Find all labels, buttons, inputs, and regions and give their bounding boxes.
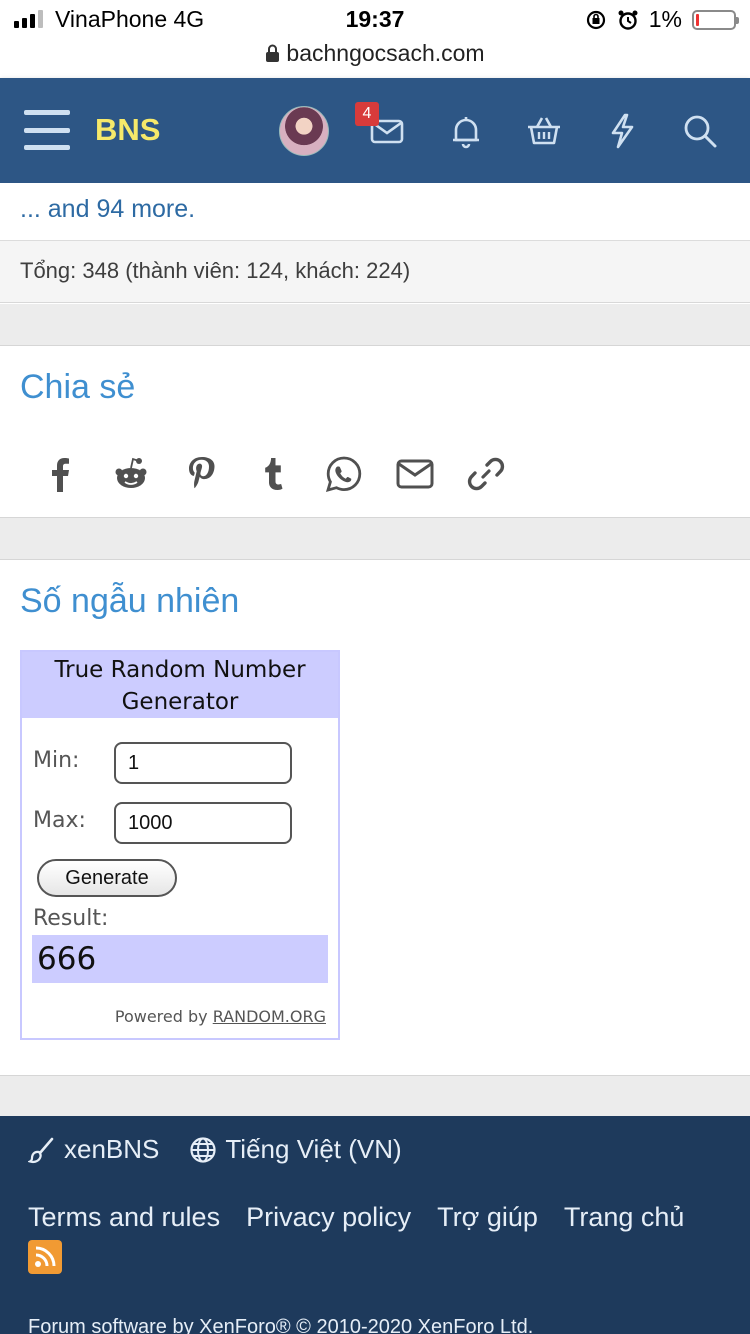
terms-link[interactable]: Terms and rules — [28, 1196, 220, 1238]
max-label: Max: — [33, 808, 86, 833]
rotation-lock-icon — [586, 10, 605, 29]
status-bar: VinaPhone 4G 19:37 1% bachngocsach.com — [0, 0, 750, 78]
footer-links: Terms and rules Privacy policy Trợ giúp Tra… — [28, 1196, 728, 1280]
link-icon[interactable] — [462, 450, 510, 498]
menu-icon[interactable] — [24, 110, 70, 150]
tumblr-icon[interactable] — [249, 450, 297, 498]
lock-icon — [266, 44, 280, 62]
widget-title: True Random Number Generator — [22, 652, 338, 718]
pinterest-icon[interactable] — [178, 450, 226, 498]
site-footer: xenBNS Tiếng Việt (VN) Terms and rules Pr… — [0, 1116, 750, 1334]
avatar[interactable] — [279, 106, 329, 156]
home-link[interactable]: Trang chủ — [564, 1196, 685, 1238]
powered-by: Powered by RANDOM.ORG — [114, 1007, 326, 1026]
globe-icon — [190, 1136, 216, 1163]
language-chooser[interactable]: Tiếng Việt (VN) — [189, 1134, 402, 1165]
lightning-icon[interactable] — [603, 112, 641, 150]
max-input[interactable]: 1000 — [114, 802, 292, 844]
section-divider — [0, 304, 750, 345]
bell-icon[interactable] — [447, 112, 485, 150]
result-value: 666 — [32, 935, 328, 983]
url-text: bachngocsach.com — [286, 40, 485, 66]
whatsapp-icon[interactable] — [320, 450, 368, 498]
section-divider — [0, 518, 750, 559]
min-input[interactable]: 1 — [114, 742, 292, 784]
address-bar[interactable]: bachngocsach.com — [0, 40, 750, 67]
share-title: Chia sẻ — [20, 368, 136, 406]
battery-icon — [692, 9, 739, 30]
style-label: xenBNS — [64, 1134, 160, 1164]
random-title: Số ngẫu nhiên — [20, 582, 240, 620]
more-members-link[interactable]: ... and 94 more. — [20, 195, 195, 224]
random-org-link[interactable]: RANDOM.ORG — [213, 1007, 326, 1026]
privacy-link[interactable]: Privacy policy — [246, 1196, 411, 1238]
basket-icon[interactable] — [525, 112, 563, 150]
alarm-icon — [618, 10, 638, 30]
style-chooser[interactable]: xenBNS — [28, 1134, 159, 1165]
online-total-row: Tổng: 348 (thành viên: 124, khách: 224) — [0, 241, 750, 303]
facebook-icon[interactable] — [36, 450, 84, 498]
email-icon[interactable] — [391, 450, 439, 498]
section-divider — [0, 1076, 750, 1116]
paintbrush-icon — [28, 1137, 54, 1163]
copyright-text: Forum software by XenForo® © 2010-2020 X… — [28, 1316, 534, 1334]
result-label: Result: — [33, 906, 109, 931]
inbox-badge: 4 — [355, 102, 379, 126]
search-icon[interactable] — [681, 112, 719, 150]
online-total-text: Tổng: 348 (thành viên: 124, khách: 224) — [20, 258, 411, 283]
rss-icon[interactable] — [28, 1240, 62, 1274]
site-logo[interactable]: BNS — [95, 112, 160, 148]
generate-button[interactable]: Generate — [37, 859, 177, 897]
reddit-icon[interactable] — [107, 450, 155, 498]
battery-percent: 1% — [648, 6, 682, 32]
site-header: BNS 4 — [0, 78, 750, 183]
language-label: Tiếng Việt (VN) — [225, 1134, 402, 1164]
min-label: Min: — [33, 748, 80, 773]
share-block: Chia sẻ — [0, 345, 750, 518]
random-number-widget: True Random Number Generator Min: 1 Max:… — [20, 650, 340, 1040]
random-number-block: Số ngẫu nhiên True Random Number Generat… — [0, 559, 750, 1076]
online-more-row: ... and 94 more. — [0, 183, 750, 241]
help-link[interactable]: Trợ giúp — [437, 1196, 538, 1238]
